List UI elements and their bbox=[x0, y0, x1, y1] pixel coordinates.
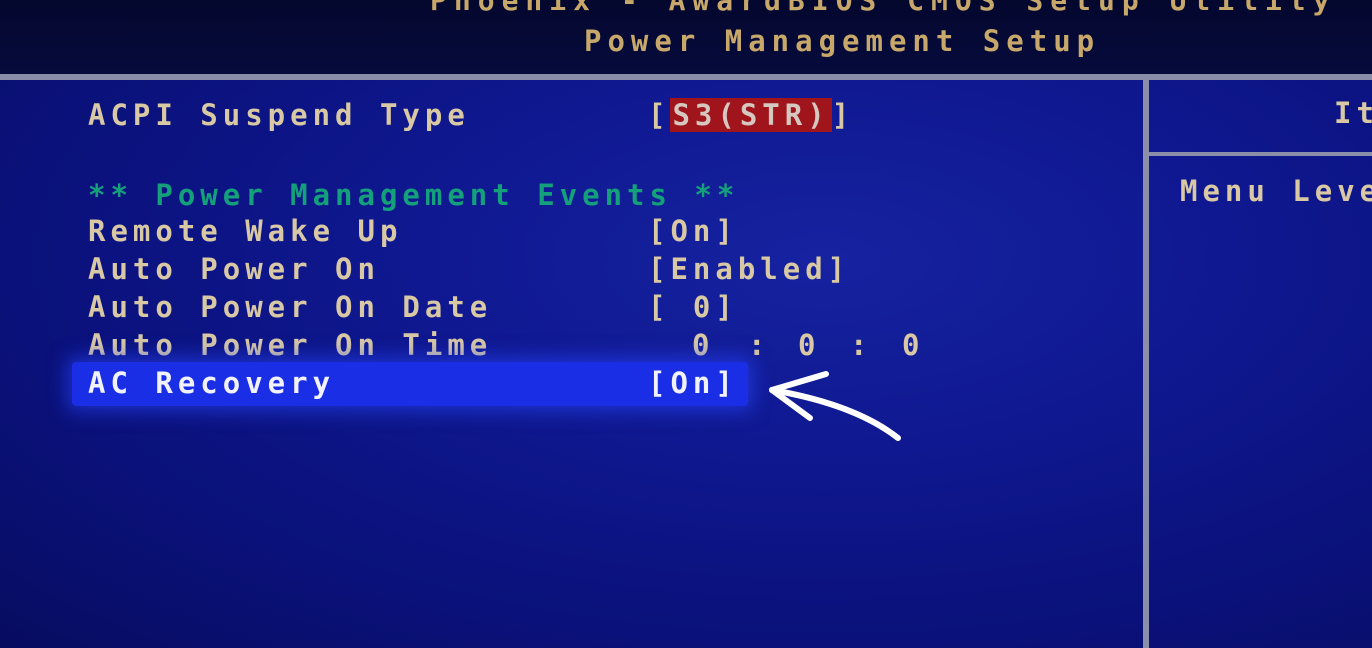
frame-top-divider bbox=[0, 74, 1372, 80]
bracket-close: ] bbox=[831, 98, 855, 132]
frame-vertical-divider bbox=[1143, 80, 1149, 648]
time-separator: : bbox=[748, 328, 771, 362]
time-hour[interactable]: 0 bbox=[692, 328, 714, 362]
time-minute[interactable]: 0 bbox=[798, 328, 820, 362]
setting-acpi-suspend-type[interactable]: ACPI Suspend Type [S3(STR)] bbox=[88, 98, 988, 136]
help-panel-title: It bbox=[1334, 96, 1372, 130]
header-bar: Phoenix - AwardBIOS CMOS Setup Utility P… bbox=[0, 0, 1372, 74]
setting-value[interactable]: [Enabled] bbox=[648, 252, 850, 286]
help-menu-level: Menu Leve bbox=[1180, 174, 1372, 208]
time-separator: : bbox=[850, 328, 873, 362]
setting-label: Auto Power On bbox=[88, 252, 380, 286]
bracket-open: [ bbox=[648, 98, 671, 132]
bios-screen: Phoenix - AwardBIOS CMOS Setup Utility P… bbox=[0, 0, 1372, 648]
setting-label: AC Recovery bbox=[88, 366, 336, 400]
time-second[interactable]: 0 bbox=[902, 328, 924, 362]
setting-value[interactable]: [ 0] bbox=[648, 290, 738, 324]
setting-remote-wake-up[interactable]: Remote Wake Up [On] bbox=[88, 214, 988, 252]
setting-value[interactable]: [On] bbox=[648, 366, 738, 400]
section-power-management-events: ** Power Management Events ** bbox=[88, 178, 740, 212]
setting-label: Remote Wake Up bbox=[88, 214, 403, 248]
setting-value[interactable]: [On] bbox=[648, 214, 738, 248]
setting-label: Auto Power On Date bbox=[88, 290, 493, 324]
setting-auto-power-on-date[interactable]: Auto Power On Date [ 0] bbox=[88, 290, 988, 328]
setting-auto-power-on-time[interactable]: Auto Power On Time 0 : 0 : 0 bbox=[88, 328, 988, 366]
setting-auto-power-on[interactable]: Auto Power On [Enabled] bbox=[88, 252, 988, 290]
arrow-pointer-icon bbox=[769, 371, 901, 441]
help-panel-divider bbox=[1149, 152, 1372, 156]
page-title: Power Management Setup bbox=[584, 24, 1101, 58]
bios-vendor-title: Phoenix - AwardBIOS CMOS Setup Utility bbox=[430, 0, 1337, 17]
setting-label: ACPI Suspend Type bbox=[88, 98, 470, 132]
setting-value[interactable]: [S3(STR)] bbox=[648, 98, 854, 132]
setting-label: Auto Power On Time bbox=[88, 328, 493, 362]
selected-value[interactable]: S3(STR) bbox=[670, 98, 832, 132]
